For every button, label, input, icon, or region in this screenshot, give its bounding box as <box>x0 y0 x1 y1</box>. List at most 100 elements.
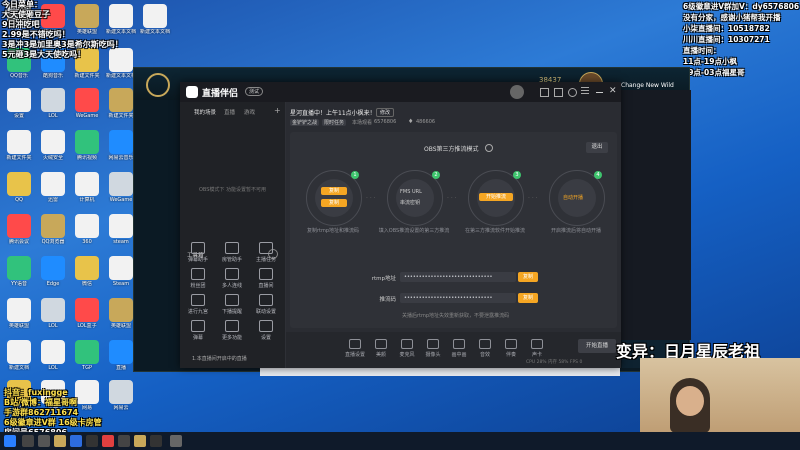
taskbar-app-icon[interactable] <box>70 435 82 447</box>
avatar[interactable] <box>510 85 524 99</box>
toolbox-item[interactable]: 弹幕助手 <box>184 242 212 263</box>
desktop-icon-label: LOL <box>48 113 58 119</box>
step-2-inner <box>396 179 434 217</box>
taskbar-app-icon[interactable] <box>22 435 34 447</box>
bag-icon[interactable] <box>554 88 563 97</box>
desktop-icon-label: 新建文本文档 <box>139 29 170 35</box>
toolbox-item[interactable]: 弹幕 <box>184 320 212 341</box>
desktop-icon-label: YY语音 <box>10 281 28 287</box>
settings-icon[interactable] <box>568 88 577 97</box>
start-icon[interactable] <box>4 435 16 447</box>
desktop-icon-label: 计算机 <box>79 197 95 203</box>
desktop-icon[interactable]: QQ <box>2 172 36 203</box>
step-4-caption: 开启推流后将自动开播 <box>550 228 601 234</box>
taskbar-app-icon[interactable] <box>54 435 66 447</box>
desktop-icon[interactable]: 火绒安全 <box>36 130 70 161</box>
toolbox-item[interactable]: 下播提醒 <box>218 294 246 315</box>
room-tag[interactable]: 限时任务 <box>322 119 347 126</box>
toolbox-item[interactable]: 联动设置 <box>252 294 280 315</box>
bottom-tool[interactable]: 音效 <box>474 339 496 358</box>
copy-key-button[interactable]: 复制 <box>518 293 538 303</box>
add-icon[interactable]: + <box>274 106 281 115</box>
step-1-copy-button[interactable]: 复制 <box>321 199 347 207</box>
desktop-icon[interactable]: 计算机 <box>70 172 104 203</box>
desktop-icon[interactable]: 腾讯视频 <box>70 130 104 161</box>
app-icon <box>41 298 65 322</box>
overlay-info-line: 19点-03点福星哥 <box>683 68 745 77</box>
gift-icon[interactable] <box>540 88 549 97</box>
desktop-icon[interactable]: 迅雷 <box>36 172 70 203</box>
taskbar-app-icon[interactable] <box>102 435 114 447</box>
desktop-icon-label: 微信 <box>81 281 92 287</box>
taskbar-app-icon[interactable] <box>86 435 98 447</box>
desktop-icon[interactable]: 新建文本文档 <box>138 4 172 35</box>
bottom-tool[interactable]: 美颜 <box>370 339 392 358</box>
bottom-tool[interactable]: 麦克风 <box>396 339 418 358</box>
bottom-tool[interactable]: 伴奏 <box>500 339 522 358</box>
tab-live[interactable]: 直播 <box>224 108 235 116</box>
desktop-icon[interactable]: LOL <box>36 88 70 119</box>
toolbox-item[interactable]: 设置 <box>252 320 280 341</box>
taskbar-app-icon[interactable] <box>134 435 146 447</box>
status-stats: CPU 28% 内存 58% FPS 0 <box>526 360 583 365</box>
desktop-icon[interactable]: Edge <box>36 256 70 287</box>
desktop-icon[interactable]: 360 <box>70 214 104 245</box>
bottom-tool[interactable]: 直播设置 <box>344 339 366 358</box>
desktop-icon[interactable]: YY语音 <box>2 256 36 287</box>
exit-obs-button[interactable]: 退出 <box>586 142 608 153</box>
toolbox-item[interactable]: 粉丝团 <box>184 268 212 289</box>
tab-my-scenes[interactable]: 我的场景 <box>194 108 216 116</box>
bottom-tool[interactable]: 画中画 <box>448 339 470 358</box>
stream-key-field[interactable]: •••••••••••••••••••••••••••••• <box>400 293 516 303</box>
desktop-icon-label: QQ音乐 <box>10 73 28 79</box>
desktop-icon[interactable]: 微信 <box>70 256 104 287</box>
desktop-icon[interactable]: LOL <box>36 340 70 371</box>
desktop-icon[interactable]: QQ浏览器 <box>36 214 70 245</box>
copy-rtmp-button[interactable]: 复制 <box>518 272 538 282</box>
toolbox-item[interactable]: 进行九宫 <box>184 294 212 315</box>
edit-title-button[interactable]: 修改 <box>376 108 395 117</box>
close-icon[interactable]: ✕ <box>609 86 617 96</box>
desktop-icon-label: TGP <box>82 365 92 371</box>
desktop-icon[interactable]: 腾讯会议 <box>2 214 36 245</box>
toolbox-item[interactable]: 主播任务 <box>252 242 280 263</box>
tool-icon <box>191 320 205 332</box>
tool-icon <box>453 339 465 349</box>
toolbox-item[interactable]: 多人连线 <box>218 268 246 289</box>
minimize-icon[interactable] <box>596 92 603 93</box>
taskbar-app-icon[interactable] <box>170 435 182 447</box>
app-icon <box>7 214 31 238</box>
step-1-inner <box>315 179 353 217</box>
desktop-icon[interactable]: 设置 <box>2 88 36 119</box>
taskbar-app-icon[interactable] <box>150 435 162 447</box>
desktop-icon[interactable]: 新建文档 <box>2 340 36 371</box>
room-tag[interactable]: 金铲铲之战 <box>290 119 320 126</box>
help-icon[interactable] <box>485 144 493 152</box>
menu-icon[interactable] <box>581 90 589 91</box>
desktop-icon[interactable]: 网易云 <box>104 380 138 411</box>
room-title: 星河直播中！上午11点小枫来！ <box>290 110 376 117</box>
desktop-icon[interactable]: LOL <box>36 298 70 329</box>
taskbar-app-icon[interactable] <box>38 435 50 447</box>
desktop-icon[interactable]: 新建文件夹 <box>2 130 36 161</box>
tab-game[interactable]: 游戏 <box>244 108 255 116</box>
app-icon <box>109 214 133 238</box>
tool-icon <box>191 268 205 280</box>
taskbar-app-icon[interactable] <box>118 435 130 447</box>
desktop-icon[interactable]: WeGame <box>70 88 104 119</box>
start-live-button[interactable]: 开始直播 <box>578 339 616 353</box>
bottom-tool[interactable]: 声卡 <box>526 339 548 358</box>
desktop-icon[interactable]: TGP <box>70 340 104 371</box>
app-icon <box>109 298 133 322</box>
toolbox-item[interactable]: 直播间 <box>252 268 280 289</box>
step-3-start-button[interactable]: 开始推流 <box>479 193 513 201</box>
desktop-icon[interactable]: LOL盒子 <box>70 298 104 329</box>
toolbox-item[interactable]: 房管助手 <box>218 242 246 263</box>
toolbox-item[interactable]: 更多功能 <box>218 320 246 341</box>
viewers-value: 6576806 <box>374 119 397 125</box>
step-1-copy-button[interactable]: 复制 <box>321 187 347 195</box>
desktop-icon[interactable]: 英雄联盟 <box>2 298 36 329</box>
live-companion-window[interactable]: 直播伴侣 测试 ✕ 我的场景 直播 游戏 + OBS模式下 功能设置暂不可用 工… <box>180 82 621 368</box>
bottom-tool[interactable]: 摄像头 <box>422 339 444 358</box>
rtmp-field[interactable]: •••••••••••••••••••••••••••••• <box>400 272 516 282</box>
